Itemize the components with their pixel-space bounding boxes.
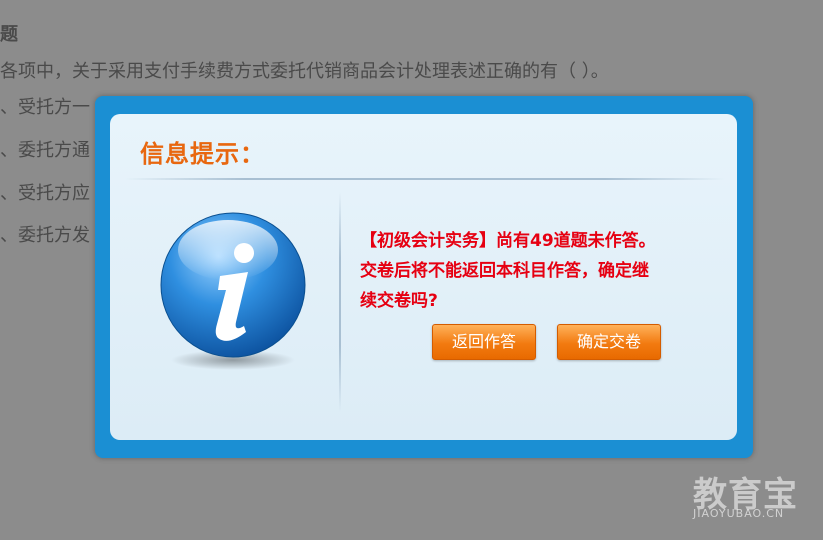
return-to-answer-button[interactable]: 返回作答 bbox=[432, 324, 536, 360]
watermark-url: JIAOYUBAO.CN bbox=[693, 507, 785, 520]
vertical-divider bbox=[339, 192, 341, 412]
option-b[interactable]: 、委托方通 bbox=[0, 136, 90, 162]
question-stem: 各项中，关于采用支付手续费方式委托代销商品会计处理表述正确的有（ ）。 bbox=[0, 61, 609, 82]
message-line-3: 续交卷吗? bbox=[360, 291, 438, 311]
question-title: 题 bbox=[0, 24, 18, 45]
option-d[interactable]: 、委托方发 bbox=[0, 221, 90, 247]
dialog-title: 信息提示： bbox=[140, 140, 265, 168]
dialog-panel: 信息提示： 【初级会计实务】尚有49道题未作答。 交卷后将不能返回本科目作答，确… bbox=[110, 114, 737, 440]
confirm-submit-button[interactable]: 确定交卷 bbox=[557, 324, 661, 360]
message-line-2: 交卷后将不能返回本科目作答，确定继 bbox=[360, 261, 649, 281]
option-c[interactable]: 、受托方应 bbox=[0, 179, 90, 205]
horizontal-divider bbox=[125, 178, 725, 180]
message-line-1: 【初级会计实务】尚有49道题未作答。 bbox=[360, 231, 656, 251]
confirm-submit-dialog: 信息提示： 【初级会计实务】尚有49道题未作答。 交卷后将不能返回本科目作答，确… bbox=[95, 96, 753, 458]
dialog-message: 【初级会计实务】尚有49道题未作答。 交卷后将不能返回本科目作答，确定继 续交卷… bbox=[360, 226, 720, 316]
info-icon bbox=[158, 210, 308, 380]
option-a[interactable]: 、受托方一 bbox=[0, 93, 90, 119]
